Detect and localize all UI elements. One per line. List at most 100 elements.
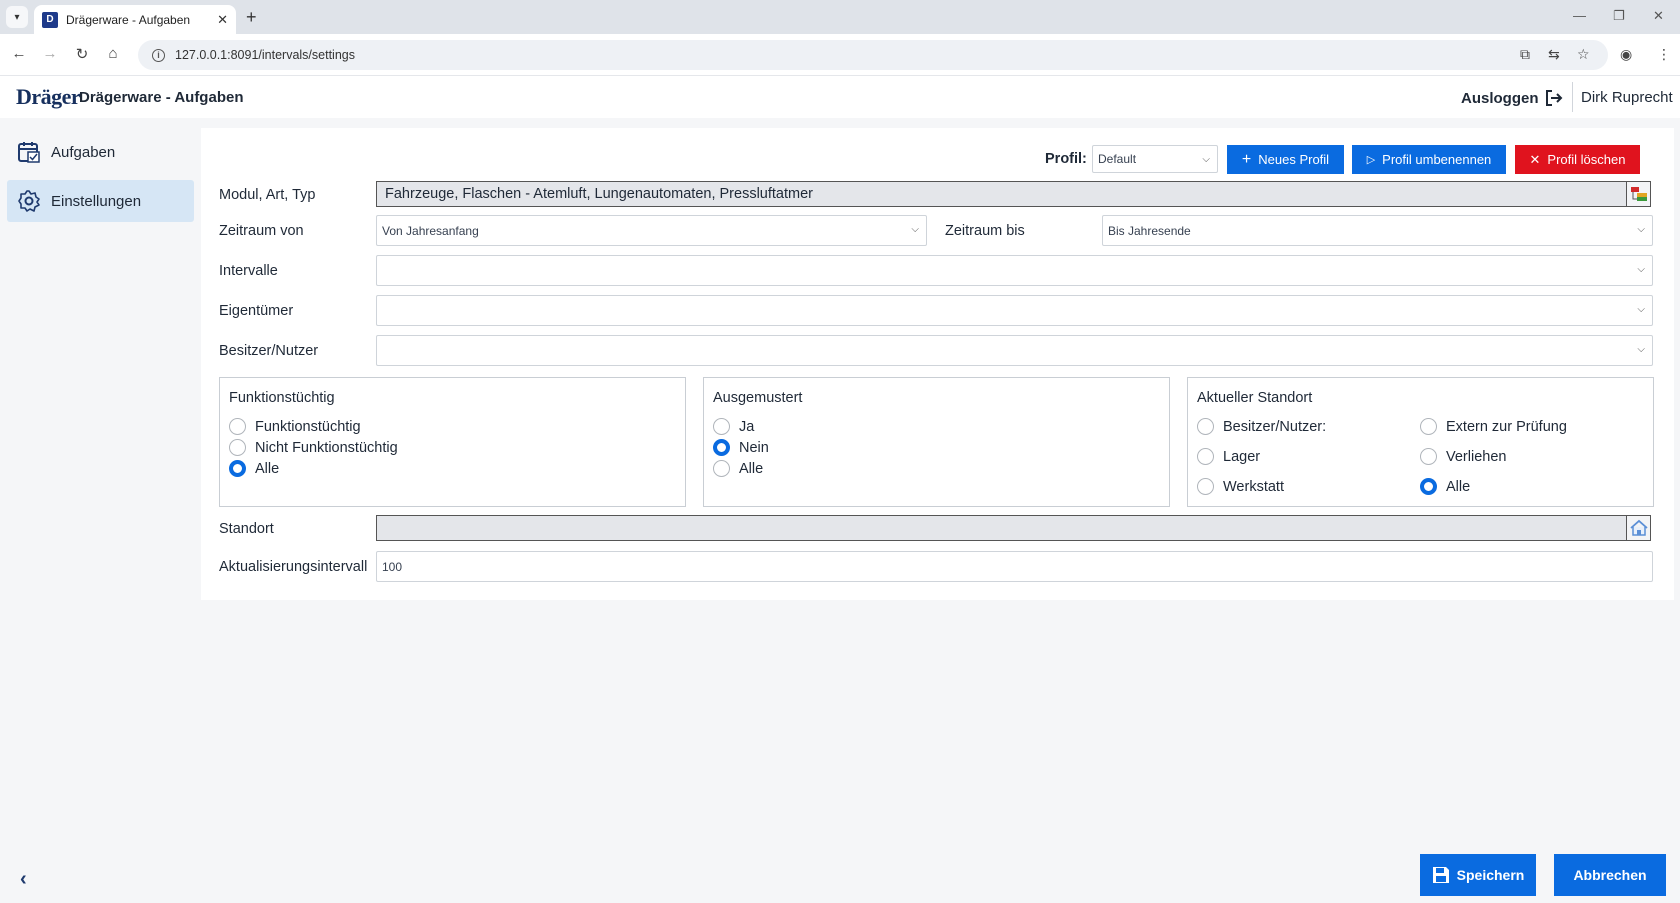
radio-circle[interactable]	[1197, 448, 1214, 465]
sidebar-item-einstellungen[interactable]: Einstellungen	[7, 180, 194, 222]
translate-icon[interactable]: ⇆	[1548, 46, 1560, 63]
tab-title: Drägerware - Aufgaben	[66, 12, 191, 27]
modul-picker-button[interactable]	[1626, 181, 1651, 207]
radio-funktion-alle[interactable]: Alle	[229, 460, 279, 477]
radio-label: Besitzer/Nutzer:	[1223, 418, 1327, 435]
browser-tab[interactable]: D Drägerware - Aufgaben ✕	[34, 5, 236, 34]
user-name: Dirk Ruprecht	[1581, 89, 1673, 106]
eigentuemer-label: Eigentümer	[219, 303, 294, 319]
cancel-button[interactable]: Abbrechen	[1554, 854, 1666, 896]
chevron-down-icon: ⌵	[1637, 224, 1645, 235]
radio-lager[interactable]: Lager	[1197, 448, 1260, 465]
draeger-logo: Dräger	[16, 84, 81, 109]
besitzer-select[interactable]: ⌵	[376, 335, 1653, 366]
chevron-down-icon: ⌵	[1637, 264, 1645, 275]
close-window-icon[interactable]: ✕	[1653, 8, 1664, 24]
reload-icon[interactable]: ↻	[72, 45, 92, 63]
zeitraum-bis-value: Bis Jahresende	[1108, 223, 1191, 238]
plus-icon: +	[1241, 150, 1252, 168]
radio-extern-pruefung[interactable]: Extern zur Prüfung	[1420, 418, 1567, 435]
save-icon	[1432, 867, 1449, 883]
favicon-icon: D	[42, 11, 58, 28]
radio-werkstatt[interactable]: Werkstatt	[1197, 478, 1284, 495]
profil-value: Default	[1098, 152, 1137, 166]
close-icon: ✕	[1529, 151, 1541, 167]
radio-circle-checked[interactable]	[713, 439, 730, 456]
ausgemustert-group-title: Ausgemustert	[713, 390, 803, 406]
chevron-down-icon: ⌵	[911, 224, 919, 235]
radio-label: Extern zur Prüfung	[1446, 418, 1567, 435]
intervall-input[interactable]: 100	[376, 551, 1653, 582]
modul-field: Fahrzeuge, Flaschen - Atemluft, Lungenau…	[376, 181, 1627, 207]
sidebar-item-aufgaben[interactable]: Aufgaben	[7, 131, 194, 173]
radio-circle[interactable]	[1197, 418, 1214, 435]
tab-close-icon[interactable]: ✕	[217, 12, 228, 28]
radio-circle[interactable]	[1420, 418, 1437, 435]
rename-icon: ▷	[1366, 154, 1376, 166]
cancel-label: Abbrechen	[1573, 867, 1647, 883]
new-profile-button[interactable]: + Neues Profil	[1227, 145, 1344, 174]
radio-circle[interactable]	[229, 418, 246, 435]
zeitraum-bis-label: Zeitraum bis	[945, 223, 1025, 239]
profil-select[interactable]: Default ⌵	[1092, 145, 1218, 173]
standort-field	[376, 515, 1627, 541]
back-icon[interactable]: ←	[9, 45, 29, 62]
sidebar-item-label: Einstellungen	[51, 192, 142, 210]
besitzer-label: Besitzer/Nutzer	[219, 343, 319, 359]
bookmark-star-icon[interactable]: ☆	[1577, 46, 1590, 63]
minimize-icon[interactable]: —	[1573, 8, 1586, 23]
radio-circle[interactable]	[1420, 448, 1437, 465]
forward-icon[interactable]: →	[40, 45, 60, 62]
radio-besitzer-nutzer[interactable]: Besitzer/Nutzer:	[1197, 418, 1326, 435]
radio-ausgemustert-alle[interactable]: Alle	[713, 460, 763, 477]
radio-circle[interactable]	[713, 460, 730, 477]
radio-nein[interactable]: Nein	[713, 439, 769, 456]
collapse-sidebar-icon[interactable]: ‹	[20, 868, 27, 891]
radio-label: Alle	[1446, 478, 1471, 495]
radio-circle[interactable]	[1197, 478, 1214, 495]
modul-label: Modul, Art, Typ	[219, 187, 316, 203]
intervalle-select[interactable]: ⌵	[376, 255, 1653, 286]
radio-label: Verliehen	[1446, 448, 1507, 465]
tab-search-button[interactable]: ▾	[6, 6, 28, 28]
restore-icon[interactable]: ❐	[1613, 8, 1625, 24]
profile-icon[interactable]: ◉	[1620, 46, 1632, 63]
zeitraum-von-select[interactable]: Von Jahresanfang ⌵	[376, 215, 927, 246]
zeitraum-bis-select[interactable]: Bis Jahresende ⌵	[1102, 215, 1653, 246]
site-info-icon[interactable]: i	[152, 48, 165, 62]
standort-picker-button[interactable]	[1626, 515, 1651, 541]
logout-button[interactable]: Ausloggen	[1461, 89, 1563, 107]
new-tab-icon[interactable]: +	[246, 7, 257, 28]
radio-circle-checked[interactable]	[1420, 478, 1437, 495]
menu-kebab-icon[interactable]: ⋮	[1657, 46, 1671, 63]
radio-circle[interactable]	[229, 439, 246, 456]
chevron-down-icon: ⌵	[1637, 304, 1645, 315]
gear-icon	[17, 189, 41, 213]
radio-label: Alle	[255, 460, 280, 477]
sidebar-item-label: Aufgaben	[51, 143, 116, 161]
intervalle-label: Intervalle	[219, 263, 278, 279]
radio-circle[interactable]	[713, 418, 730, 435]
intervall-label: Aktualisierungsintervall	[219, 559, 368, 575]
calendar-icon	[17, 140, 41, 164]
intervall-value: 100	[382, 559, 403, 574]
profil-label: Profil:	[1045, 151, 1087, 167]
home-icon[interactable]: ⌂	[103, 45, 123, 62]
delete-profile-button[interactable]: ✕ Profil löschen	[1515, 145, 1640, 174]
radio-circle-checked[interactable]	[229, 460, 246, 477]
settings-panel: Profil: Default ⌵ + Neues Profil ▷ Profi…	[201, 128, 1674, 600]
radio-nicht-funktionstuechtig[interactable]: Nicht Funktionstüchtig	[229, 439, 398, 456]
url-text: 127.0.0.1:8091/intervals/settings	[175, 48, 355, 62]
radio-verliehen[interactable]: Verliehen	[1420, 448, 1506, 465]
install-app-icon[interactable]: ⧉	[1520, 46, 1530, 63]
radio-label: Ja	[739, 418, 755, 435]
rename-profile-button[interactable]: ▷ Profil umbenennen	[1352, 145, 1506, 174]
url-field[interactable]: i 127.0.0.1:8091/intervals/settings	[138, 40, 1608, 70]
save-button[interactable]: Speichern	[1420, 854, 1536, 896]
radio-ja[interactable]: Ja	[713, 418, 754, 435]
eigentuemer-select[interactable]: ⌵	[376, 295, 1653, 326]
radio-funktionstuechtig[interactable]: Funktionstüchtig	[229, 418, 361, 435]
chevron-down-icon: ⌵	[1202, 154, 1210, 165]
radio-standort-alle[interactable]: Alle	[1420, 478, 1470, 495]
funktion-group-title: Funktionstüchtig	[229, 390, 335, 406]
